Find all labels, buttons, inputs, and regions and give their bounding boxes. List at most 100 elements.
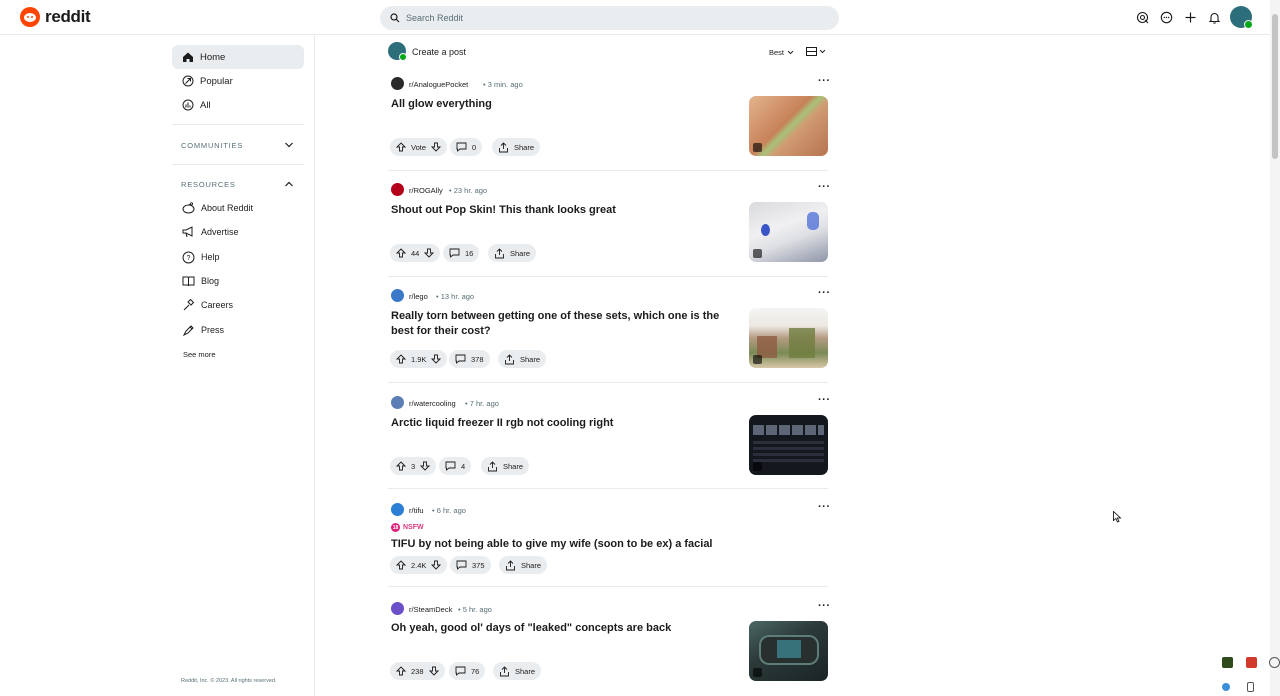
subreddit-icon[interactable]: [391, 77, 404, 90]
user-avatar[interactable]: [388, 42, 407, 61]
sidebar-item-popular[interactable]: Popular: [172, 69, 304, 93]
about-reddit-icon: [182, 202, 195, 214]
more-options-icon[interactable]: ···: [818, 181, 831, 193]
upvote-icon[interactable]: [396, 666, 406, 676]
resources-title[interactable]: RESOURCES: [181, 180, 236, 189]
create-plus-icon[interactable]: [1182, 5, 1198, 29]
post-title[interactable]: Shout out Pop Skin! This thank looks gre…: [391, 203, 741, 218]
downvote-icon[interactable]: [428, 666, 439, 676]
share-button[interactable]: Share: [493, 662, 542, 680]
upvote-icon[interactable]: [396, 560, 406, 570]
vote-control[interactable]: 238: [390, 662, 445, 680]
chat-icon[interactable]: [1158, 5, 1174, 29]
share-button[interactable]: Share: [492, 138, 541, 156]
downvote-icon[interactable]: [431, 560, 442, 570]
nvidia-tray-icon[interactable]: [1222, 657, 1233, 668]
sidebar-item-blog[interactable]: Blog: [182, 271, 219, 291]
subreddit-name[interactable]: r/SteamDeck: [409, 605, 452, 614]
downvote-icon[interactable]: [420, 461, 431, 471]
post-title[interactable]: All glow everything: [391, 97, 741, 112]
chevron-up-icon[interactable]: [284, 179, 294, 189]
upvote-icon[interactable]: [396, 248, 406, 258]
vote-control[interactable]: 2.4K: [390, 556, 448, 574]
post-title[interactable]: Really torn between getting one of these…: [391, 309, 741, 339]
settings-tray-icon[interactable]: [1269, 657, 1280, 668]
subreddit-icon[interactable]: [391, 396, 404, 409]
app-tray-icon[interactable]: [1246, 657, 1257, 668]
post-card[interactable]: r/lego • 13 hr. ago ··· Really torn betw…: [386, 287, 831, 369]
sort-dropdown[interactable]: Best: [769, 48, 794, 57]
post-thumbnail[interactable]: [749, 96, 828, 156]
communities-title[interactable]: COMMUNITIES: [181, 141, 243, 150]
downvote-icon[interactable]: [431, 354, 442, 364]
post-thumbnail[interactable]: [749, 415, 828, 475]
more-options-icon[interactable]: ···: [818, 501, 831, 513]
sidebar-item-about-reddit[interactable]: About Reddit: [182, 198, 253, 218]
usb-tray-icon[interactable]: [1247, 682, 1254, 692]
notification-bell-icon[interactable]: [1206, 5, 1222, 29]
comments-button[interactable]: 0: [450, 138, 483, 156]
comments-button[interactable]: 375: [450, 556, 491, 574]
post-title[interactable]: TIFU by not being able to give my wife (…: [391, 537, 811, 552]
post-card[interactable]: r/watercooling • 7 hr. ago ··· Arctic li…: [386, 394, 831, 476]
downvote-icon[interactable]: [424, 248, 435, 258]
sidebar-item-help[interactable]: ? Help: [182, 247, 220, 267]
vote-control[interactable]: 1.9K: [390, 350, 448, 368]
more-options-icon[interactable]: ···: [818, 394, 831, 406]
post-card[interactable]: r/ROGAlly • 23 hr. ago ··· Shout out Pop…: [386, 181, 831, 263]
upvote-icon[interactable]: [396, 354, 406, 364]
sidebar-item-home[interactable]: Home: [172, 45, 304, 69]
cloud-tray-icon[interactable]: [1222, 683, 1230, 691]
sidebar-item-press[interactable]: Press: [182, 320, 224, 340]
share-button[interactable]: Share: [481, 457, 530, 475]
advertise-icon[interactable]: [1134, 5, 1150, 29]
sidebar-item-advertise[interactable]: Advertise: [182, 222, 239, 242]
share-button[interactable]: Share: [498, 350, 547, 368]
comments-button[interactable]: 4: [439, 457, 472, 475]
post-title[interactable]: Arctic liquid freezer II rgb not cooling…: [391, 416, 741, 431]
share-button[interactable]: Share: [488, 244, 537, 262]
comments-button[interactable]: 76: [449, 662, 486, 680]
scrollbar-thumb[interactable]: [1272, 14, 1278, 159]
post-thumbnail[interactable]: [749, 308, 828, 368]
more-options-icon[interactable]: ···: [818, 287, 831, 299]
subreddit-icon[interactable]: [391, 183, 404, 196]
more-options-icon[interactable]: ···: [818, 75, 831, 87]
post-card[interactable]: r/tifu • 6 hr. ago ··· 18 NSFW TIFU by n…: [386, 501, 831, 574]
user-avatar[interactable]: [1230, 6, 1253, 29]
see-more-link[interactable]: See more: [183, 350, 216, 359]
upvote-icon[interactable]: [396, 461, 406, 471]
create-post-button[interactable]: Create a post: [412, 47, 466, 57]
upvote-icon[interactable]: [396, 142, 406, 152]
downvote-icon[interactable]: [431, 142, 442, 152]
post-card[interactable]: r/AnaloguePocket • 3 min. ago ··· All gl…: [386, 75, 831, 157]
post-time-text: 3 min. ago: [487, 80, 523, 89]
vote-control[interactable]: 44: [390, 244, 441, 262]
subreddit-name[interactable]: r/tifu: [409, 506, 424, 515]
subreddit-name[interactable]: r/lego: [409, 292, 428, 301]
post-thumbnail[interactable]: [749, 202, 828, 262]
more-options-icon[interactable]: ···: [818, 600, 831, 612]
vote-control[interactable]: Vote: [390, 138, 448, 156]
subreddit-name[interactable]: r/AnaloguePocket: [409, 80, 468, 89]
search-bar[interactable]: [380, 6, 839, 30]
share-button[interactable]: Share: [499, 556, 548, 574]
reddit-logo[interactable]: reddit: [20, 7, 91, 27]
chevron-down-icon[interactable]: [284, 140, 294, 150]
sidebar-item-all[interactable]: All: [172, 93, 304, 117]
subreddit-name[interactable]: r/watercooling: [409, 399, 456, 408]
vote-control[interactable]: 3: [390, 457, 437, 475]
comments-button[interactable]: 378: [449, 350, 490, 368]
subreddit-icon[interactable]: [391, 602, 404, 615]
comments-button[interactable]: 16: [443, 244, 480, 262]
post-card[interactable]: r/SteamDeck • 5 hr. ago ··· Oh yeah, goo…: [386, 600, 831, 682]
page-scrollbar[interactable]: [1270, 0, 1280, 696]
subreddit-icon[interactable]: [391, 289, 404, 302]
search-input[interactable]: [406, 13, 806, 23]
post-title[interactable]: Oh yeah, good ol' days of "leaked" conce…: [391, 621, 741, 636]
subreddit-name[interactable]: r/ROGAlly: [409, 186, 443, 195]
sidebar-item-careers[interactable]: Careers: [182, 295, 233, 315]
post-thumbnail[interactable]: [749, 621, 828, 681]
subreddit-icon[interactable]: [391, 503, 404, 516]
view-toggle[interactable]: [806, 47, 826, 56]
